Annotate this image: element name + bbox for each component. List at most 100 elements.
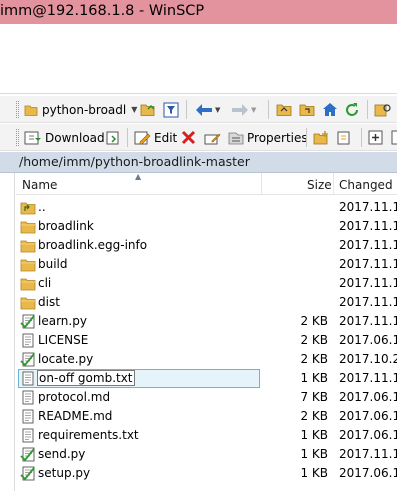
file-changed: 2017.06.13.: [339, 390, 397, 404]
edit-button[interactable]: Edit: [134, 128, 177, 147]
text-file-icon: [20, 409, 36, 424]
forward-button[interactable]: ▼: [231, 100, 256, 119]
expand-button[interactable]: [368, 128, 383, 147]
file-row[interactable]: locate.py 2 KB 2017.10.25.: [16, 350, 397, 369]
title-bar: imm@192.168.1.8 - WinSCP: [0, 0, 397, 24]
toolbar-separator: [306, 128, 307, 147]
properties-button[interactable]: Properties: [228, 128, 308, 147]
parent-dir-button[interactable]: [276, 100, 292, 119]
python-file-icon: [20, 352, 36, 367]
open-folder-icon: [140, 104, 155, 116]
toolbar-separator: [186, 100, 187, 119]
download-options-button[interactable]: [105, 128, 121, 147]
file-size: 2 KB: [300, 314, 328, 328]
file-row[interactable]: broadlink 2017.11.14.: [16, 217, 397, 236]
file-changed: 2017.11.14.: [339, 276, 397, 290]
window-title: imm@192.168.1.8 - WinSCP: [0, 3, 205, 19]
sort-ascending-icon: ▲: [135, 172, 142, 181]
file-changed: 2017.06.13.: [339, 428, 397, 442]
file-size: 1 KB: [300, 428, 328, 442]
file-row[interactable]: .. 2017.11.15.: [16, 198, 397, 217]
root-dir-button[interactable]: [299, 100, 315, 119]
file-row[interactable]: setup.py 1 KB 2017.06.13.: [16, 464, 397, 483]
new-file-button[interactable]: [336, 128, 352, 147]
refresh-icon: [346, 102, 358, 116]
text-file-icon: [20, 333, 36, 348]
file-row[interactable]: requirements.txt 1 KB 2017.06.13.: [16, 426, 397, 445]
home-button[interactable]: [322, 100, 338, 119]
toolbar-separator: [361, 128, 362, 147]
file-name: protocol.md: [38, 390, 111, 404]
file-name: setup.py: [38, 466, 91, 480]
download-button[interactable]: Download: [24, 128, 105, 147]
file-row[interactable]: protocol.md 7 KB 2017.06.13.: [16, 388, 397, 407]
edit-icon: [134, 131, 151, 144]
root-folder-icon: [299, 104, 315, 116]
chevron-down-icon: ▼: [131, 105, 138, 114]
folder-combo[interactable]: python-broadl ▼: [24, 100, 137, 119]
toolbar-separator: [127, 128, 128, 147]
file-changed: 2017.10.25.: [339, 352, 397, 366]
toolbar-separator: [268, 100, 269, 119]
file-name: requirements.txt: [38, 428, 139, 442]
find-files-icon: [374, 103, 391, 116]
folder-combo-label: python-broadl: [42, 102, 127, 117]
file-changed: 2017.06.13.: [339, 333, 397, 347]
new-folder-button[interactable]: [313, 128, 330, 147]
minus-icon: [391, 130, 397, 145]
file-name: send.py: [38, 447, 86, 461]
file-row[interactable]: build 2017.11.14.: [16, 255, 397, 274]
file-size: 2 KB: [300, 409, 328, 423]
file-changed: 2017.11.14.: [339, 314, 397, 328]
file-changed: 2017.11.14.: [339, 447, 397, 461]
file-row[interactable]: send.py 1 KB 2017.11.14.: [16, 445, 397, 464]
rename-button[interactable]: [204, 128, 221, 147]
file-size: 7 KB: [300, 390, 328, 404]
download-label: Download: [45, 130, 105, 145]
properties-icon: [228, 132, 244, 145]
file-changed: 2017.11.14.: [339, 219, 397, 233]
home-icon: [323, 103, 337, 116]
python-file-icon: [20, 314, 36, 329]
arrow-left-icon: [196, 103, 212, 116]
file-row[interactable]: dist 2017.11.14.: [16, 293, 397, 312]
arrow-right-icon: [232, 103, 248, 116]
folder-icon: [20, 276, 36, 291]
file-size: 2 KB: [300, 352, 328, 366]
download-options-icon: [106, 131, 119, 144]
file-row[interactable]: learn.py 2 KB 2017.11.14.: [16, 312, 397, 331]
filter-button[interactable]: [163, 100, 179, 119]
file-row[interactable]: LICENSE 2 KB 2017.06.13.: [16, 331, 397, 350]
toolbar-grip[interactable]: [16, 101, 19, 118]
column-changed[interactable]: Changed: [339, 178, 393, 192]
open-folder-button[interactable]: [140, 100, 157, 119]
plus-icon: [368, 130, 383, 145]
text-file-icon: [20, 390, 36, 405]
delete-button[interactable]: [181, 128, 196, 147]
file-list-header: ▲ Name Size Changed: [16, 172, 397, 195]
column-size[interactable]: Size: [307, 178, 332, 192]
python-file-icon: [20, 466, 36, 481]
parent-folder-icon: [276, 104, 292, 116]
back-button[interactable]: ▼: [195, 100, 220, 119]
file-row[interactable]: cli 2017.11.14.: [16, 274, 397, 293]
folder-icon: [20, 219, 36, 234]
collapse-button[interactable]: [391, 128, 397, 147]
python-file-icon: [20, 447, 36, 462]
column-divider[interactable]: [261, 173, 262, 195]
refresh-button[interactable]: [344, 100, 360, 119]
directory-tree-edge[interactable]: [0, 173, 15, 491]
file-size: 1 KB: [300, 447, 328, 461]
file-row[interactable]: README.md 2 KB 2017.06.13.: [16, 407, 397, 426]
toolbar-grip[interactable]: [16, 129, 19, 146]
folder-icon: [20, 238, 36, 253]
file-name: locate.py: [38, 352, 94, 366]
column-divider[interactable]: [333, 173, 334, 195]
column-name[interactable]: Name: [22, 178, 57, 192]
find-files-button[interactable]: [374, 100, 392, 119]
file-row[interactable]: on-off gomb.txt 1 KB 2017.11.14.: [16, 369, 397, 388]
file-changed: 2017.11.14.: [339, 371, 397, 385]
file-row[interactable]: broadlink.egg-info 2017.11.14.: [16, 236, 397, 255]
current-path-bar: /home/imm/python-broadlink-master: [0, 152, 397, 173]
delete-icon: [181, 130, 196, 145]
